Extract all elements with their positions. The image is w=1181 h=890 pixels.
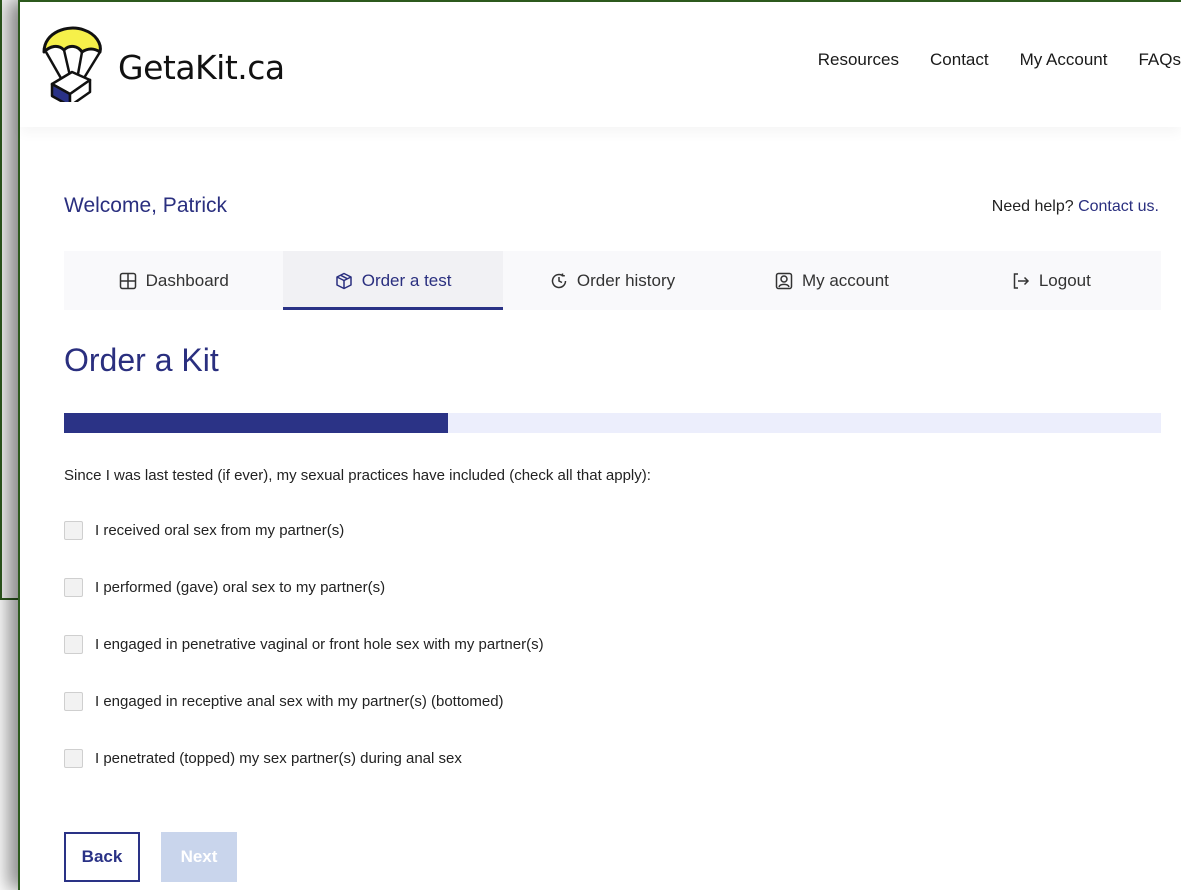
options-list: I received oral sex from my partner(s) I… (64, 520, 544, 805)
next-button[interactable]: Next (161, 832, 237, 882)
nav-faqs[interactable]: FAQs (1138, 50, 1181, 70)
progress-fill (64, 413, 448, 433)
contact-us-link[interactable]: Contact us. (1078, 198, 1159, 215)
logout-icon (1013, 272, 1029, 289)
checkbox[interactable] (64, 691, 83, 711)
checkbox[interactable] (64, 520, 83, 540)
question-text: Since I was last tested (if ever), my se… (64, 467, 651, 484)
tab-order-a-test[interactable]: Order a test (283, 251, 504, 310)
option-label: I received oral sex from my partner(s) (95, 521, 345, 539)
tab-logout[interactable]: Logout (942, 251, 1161, 310)
option-label: I performed (gave) oral sex to my partne… (95, 578, 386, 596)
user-icon (775, 272, 793, 289)
clock-icon (551, 273, 567, 288)
option-penetrative-vaginal[interactable]: I engaged in penetrative vaginal or fron… (64, 634, 544, 654)
tab-label: My account (801, 270, 889, 290)
site-header: GetaKit.ca Resources Contact My Account … (20, 2, 1181, 127)
parachute-logo-icon (42, 26, 102, 102)
option-receptive-anal[interactable]: I engaged in receptive anal sex with my … (64, 691, 544, 711)
option-label: I engaged in penetrative vaginal or fron… (95, 635, 544, 653)
tab-label: Order a test (361, 270, 452, 290)
help-text: Need help? Contact us. (992, 198, 1159, 216)
nav-resources[interactable]: Resources (818, 50, 899, 70)
tab-label: Logout (1038, 270, 1091, 290)
nav-contact[interactable]: Contact (930, 50, 989, 70)
option-received-oral[interactable]: I received oral sex from my partner(s) (64, 520, 544, 540)
tab-dashboard[interactable]: Dashboard (64, 251, 283, 310)
tab-order-history[interactable]: Order history (503, 251, 722, 310)
option-label: I engaged in receptive anal sex with my … (95, 692, 504, 710)
top-nav: Resources Contact My Account FAQs (818, 50, 1181, 70)
tab-my-account[interactable]: My account (722, 251, 941, 310)
help-prefix: Need help? (991, 198, 1074, 215)
back-button[interactable]: Back (64, 832, 140, 882)
tab-label: Dashboard (145, 270, 229, 290)
option-topped-anal[interactable]: I penetrated (topped) my sex partner(s) … (64, 748, 544, 768)
option-performed-oral[interactable]: I performed (gave) oral sex to my partne… (64, 577, 544, 597)
checkbox[interactable] (64, 577, 83, 597)
grid-icon (119, 272, 136, 289)
tab-label: Order history (576, 270, 676, 290)
logo-text: GetaKit.ca (118, 48, 285, 87)
logo[interactable]: GetaKit.ca (38, 22, 298, 102)
welcome-message: Welcome, Patrick (64, 194, 227, 217)
checkbox[interactable] (64, 748, 83, 768)
nav-my-account[interactable]: My Account (1020, 50, 1108, 70)
page: GetaKit.ca Resources Contact My Account … (18, 0, 1181, 890)
progress-bar (64, 413, 1161, 433)
account-tabs: Dashboard Order a test Order history My … (64, 251, 1161, 310)
option-label: I penetrated (topped) my sex partner(s) … (95, 749, 462, 767)
box-icon (335, 272, 352, 289)
checkbox[interactable] (64, 634, 83, 654)
page-title: Order a Kit (64, 342, 219, 378)
